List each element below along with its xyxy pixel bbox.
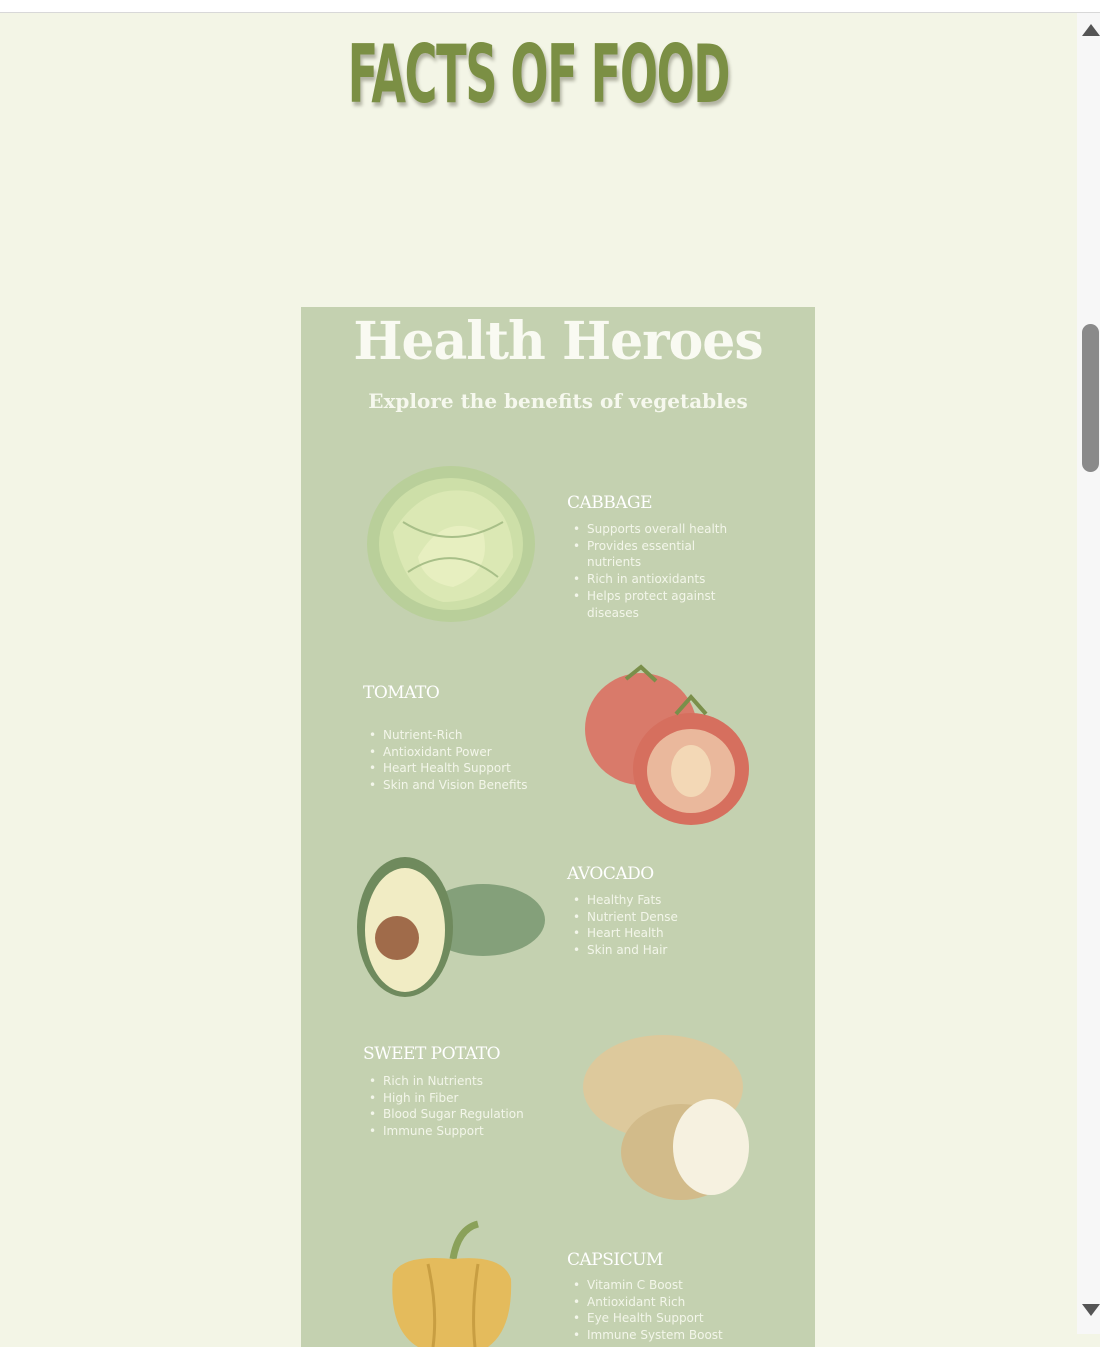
- list-item: Eye Health Support: [567, 1310, 723, 1327]
- list-item: Heart Health Support: [363, 760, 527, 777]
- list-item: Supports overall health: [567, 521, 727, 538]
- page-title: FACTS OF FOOD: [347, 28, 731, 121]
- pepper-illustration: [392, 1220, 512, 1347]
- list-item: High in Fiber: [363, 1090, 524, 1107]
- scrollbar-thumb[interactable]: [1082, 324, 1099, 472]
- page-content: FACTS OF FOOD Health Heroes Explore the …: [0, 13, 1077, 1347]
- list-item: Rich in Nutrients: [363, 1073, 524, 1090]
- poster-subtitle: Explore the benefits of vegetables: [368, 389, 748, 413]
- potato-illustration: [583, 1035, 749, 1200]
- veg-name-cabbage: CABBAGE: [567, 493, 653, 513]
- benefits-list-avocado: Healthy Fats Nutrient Dense Heart Health…: [567, 892, 678, 959]
- list-item: Antioxidant Rich: [567, 1294, 723, 1311]
- list-item: Immune Support: [363, 1123, 524, 1140]
- scroll-down-arrow-icon[interactable]: [1082, 1304, 1100, 1316]
- list-item: Vitamin C Boost: [567, 1277, 723, 1294]
- poster-title: Health Heroes: [353, 311, 763, 372]
- list-item: diseases: [587, 605, 639, 620]
- veg-name-capsicum: CAPSICUM: [567, 1250, 663, 1270]
- list-item: Skin and Vision Benefits: [363, 777, 527, 794]
- window-top-border: [0, 0, 1100, 13]
- list-item: Nutrient Dense: [567, 909, 678, 926]
- avocado-illustration: [357, 857, 545, 997]
- veg-name-avocado: AVOCADO: [567, 864, 654, 884]
- benefits-list-tomato: Nutrient-Rich Antioxidant Power Heart He…: [363, 727, 527, 794]
- vertical-scrollbar[interactable]: [1077, 13, 1100, 1334]
- list-item: Provides essential: [567, 538, 727, 555]
- health-heroes-poster: Health Heroes Explore the benefits of ve…: [301, 307, 815, 1347]
- list-item: Immune System Boost: [567, 1327, 723, 1344]
- list-item: Healthy Fats: [567, 892, 678, 909]
- scroll-up-arrow-icon[interactable]: [1082, 24, 1100, 36]
- list-item: Rich in antioxidants: [567, 571, 727, 588]
- list-item: Skin and Hair: [567, 942, 678, 959]
- benefits-list-sweet-potato: Rich in Nutrients High in Fiber Blood Su…: [363, 1073, 524, 1140]
- list-item: Nutrient-Rich: [363, 727, 527, 744]
- veg-name-sweet-potato: SWEET POTATO: [363, 1044, 501, 1064]
- list-item: nutrients: [587, 555, 642, 570]
- veg-name-tomato: TOMATO: [363, 683, 440, 703]
- list-item: Blood Sugar Regulation: [363, 1106, 524, 1123]
- tomato-illustration: [585, 664, 749, 825]
- list-item: Antioxidant Power: [363, 744, 527, 761]
- benefits-list-cabbage: Supports overall health Provides essenti…: [567, 521, 727, 621]
- list-item: Helps protect against: [567, 588, 727, 605]
- list-item: Heart Health: [567, 925, 678, 942]
- cabbage-illustration: [367, 466, 535, 622]
